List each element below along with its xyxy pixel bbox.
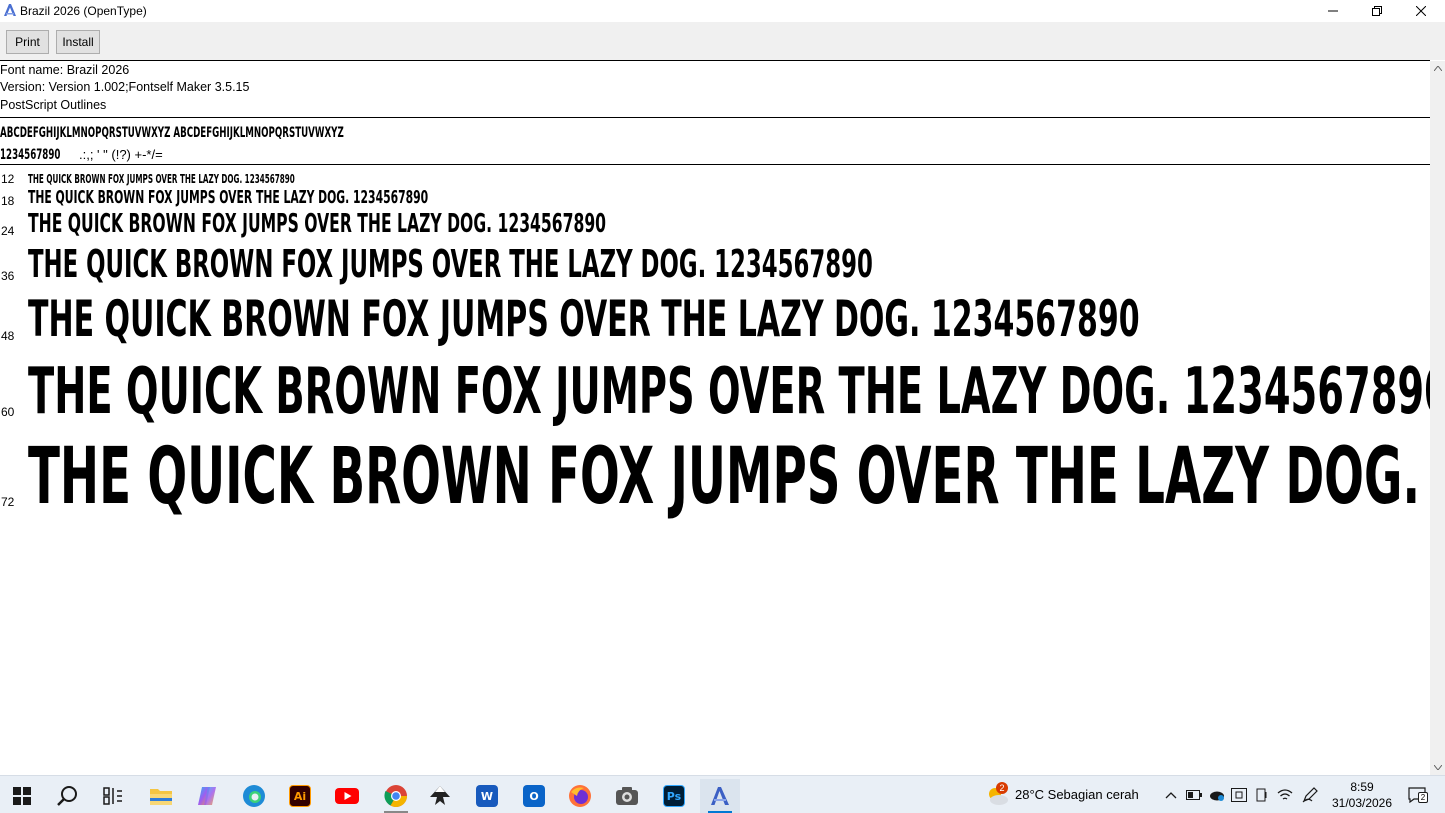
clock-time: 8:59	[1350, 780, 1374, 794]
font-version: Version: Version 1.002;Fontself Maker 3.…	[0, 80, 250, 94]
minimize-icon	[1328, 10, 1338, 12]
camera-icon	[616, 787, 638, 805]
photoshop-icon: Ps	[663, 785, 685, 807]
folder-icon	[150, 789, 172, 805]
scroll-down-button[interactable]	[1430, 760, 1445, 775]
sample-text: THE QUICK BROWN FOX JUMPS OVER THE LAZY …	[28, 187, 429, 208]
taskbar-edge[interactable]	[234, 779, 274, 813]
copilot-icon	[198, 787, 216, 805]
charset-punctuation: .:,; ' " (!?) +-*/=	[79, 147, 163, 162]
divider	[0, 164, 1430, 165]
clock[interactable]: 8:59 31/03/2026	[1326, 779, 1398, 811]
onedrive-icon[interactable]	[1208, 788, 1224, 802]
start-button[interactable]	[2, 779, 42, 813]
scroll-up-button[interactable]	[1430, 61, 1445, 76]
taskbar: Ai W O Ps 2 28°C Sebagian cerah 8:59 31/…	[0, 775, 1445, 813]
taskbar-outlook[interactable]: O	[514, 779, 554, 813]
taskbar-font-viewer[interactable]	[700, 779, 740, 813]
charset-digits: 1234567890	[0, 147, 61, 163]
toolbar: Print Install	[0, 22, 1445, 60]
youtube-icon	[335, 788, 359, 804]
size-label: 72	[1, 495, 15, 509]
font-outline-type: PostScript Outlines	[0, 98, 107, 112]
title-bar: Brazil 2026 (OpenType)	[0, 0, 1445, 22]
size-label: 48	[1, 329, 15, 343]
chevron-up-icon	[1165, 791, 1177, 798]
taskbar-copilot[interactable]	[187, 779, 227, 813]
size-label: 36	[1, 269, 15, 283]
window-title: Brazil 2026 (OpenType)	[20, 4, 147, 18]
font-preview-area: Font name: Brazil 2026 Version: Version …	[0, 61, 1430, 775]
size-label: 60	[1, 405, 15, 419]
size-label: 18	[1, 194, 15, 208]
task-view-icon	[103, 787, 122, 805]
size-label: 12	[1, 172, 15, 186]
notification-count: 2	[1418, 792, 1428, 803]
battery-icon[interactable]	[1186, 788, 1202, 802]
sample-text: THE QUICK BROWN FOX JUMPS OVER THE LAZY …	[28, 432, 1430, 522]
chevron-up-icon	[1433, 66, 1442, 71]
firefox-icon	[569, 785, 591, 807]
windows-logo-icon	[13, 787, 31, 805]
sample-text: THE QUICK BROWN FOX JUMPS OVER THE LAZY …	[28, 290, 1140, 348]
search-icon	[57, 786, 77, 806]
close-icon	[1416, 6, 1426, 16]
taskbar-camera[interactable]	[607, 779, 647, 813]
taskbar-photoshop[interactable]: Ps	[654, 779, 694, 813]
font-viewer-icon	[711, 787, 729, 805]
close-button[interactable]	[1398, 0, 1444, 22]
illustrator-icon: Ai	[289, 785, 311, 807]
divider	[0, 117, 1430, 118]
chevron-down-icon	[1433, 765, 1442, 770]
vertical-scrollbar[interactable]	[1430, 61, 1445, 775]
edge-icon	[243, 785, 265, 807]
install-button[interactable]: Install	[56, 30, 100, 54]
device-icon[interactable]	[1254, 788, 1270, 802]
charset-digits-line: 1234567890 .:,; ' " (!?) +-*/=	[0, 146, 163, 164]
inkscape-icon	[430, 786, 450, 805]
outlook-icon: O	[523, 785, 545, 807]
taskbar-illustrator[interactable]: Ai	[280, 779, 320, 813]
charset-letters: ABCDEFGHIJKLMNOPQRSTUVWXYZ ABCDEFGHIJKLM…	[0, 125, 344, 141]
minimize-button[interactable]	[1310, 0, 1356, 22]
font-name: Font name: Brazil 2026	[0, 63, 130, 77]
taskbar-chrome[interactable]	[376, 779, 416, 813]
search-button[interactable]	[48, 779, 88, 813]
task-view-button[interactable]	[93, 779, 133, 813]
weather-badge: 2	[996, 782, 1008, 794]
restore-icon	[1372, 6, 1382, 16]
font-viewer-app-icon	[4, 4, 16, 16]
taskbar-file-explorer[interactable]	[141, 779, 181, 813]
show-hidden-icons-button[interactable]	[1163, 788, 1179, 802]
restore-button[interactable]	[1354, 0, 1400, 22]
pen-icon[interactable]	[1302, 787, 1318, 803]
sample-text: THE QUICK BROWN FOX JUMPS OVER THE LAZY …	[28, 355, 1430, 429]
chrome-icon	[384, 785, 407, 807]
size-label: 24	[1, 224, 15, 238]
notification-center-button[interactable]: 2	[1407, 786, 1428, 804]
weather-text[interactable]: 28°C Sebagian cerah	[1015, 787, 1139, 802]
taskbar-firefox[interactable]	[560, 779, 600, 813]
clock-date: 31/03/2026	[1331, 796, 1393, 810]
print-button[interactable]: Print	[6, 30, 49, 54]
sample-text: THE QUICK BROWN FOX JUMPS OVER THE LAZY …	[28, 209, 607, 239]
weather-widget-icon-button[interactable]: 2	[980, 779, 1014, 813]
security-icon[interactable]	[1231, 788, 1247, 802]
word-icon: W	[476, 785, 498, 807]
wifi-icon[interactable]	[1277, 788, 1293, 802]
sample-text: THE QUICK BROWN FOX JUMPS OVER THE LAZY …	[28, 242, 873, 286]
taskbar-inkscape[interactable]	[420, 779, 460, 813]
sample-row-72: 72 THE QUICK BROWN FOX JUMPS OVER THE LA…	[0, 426, 1430, 522]
taskbar-youtube[interactable]	[327, 779, 367, 813]
taskbar-word[interactable]: W	[467, 779, 507, 813]
